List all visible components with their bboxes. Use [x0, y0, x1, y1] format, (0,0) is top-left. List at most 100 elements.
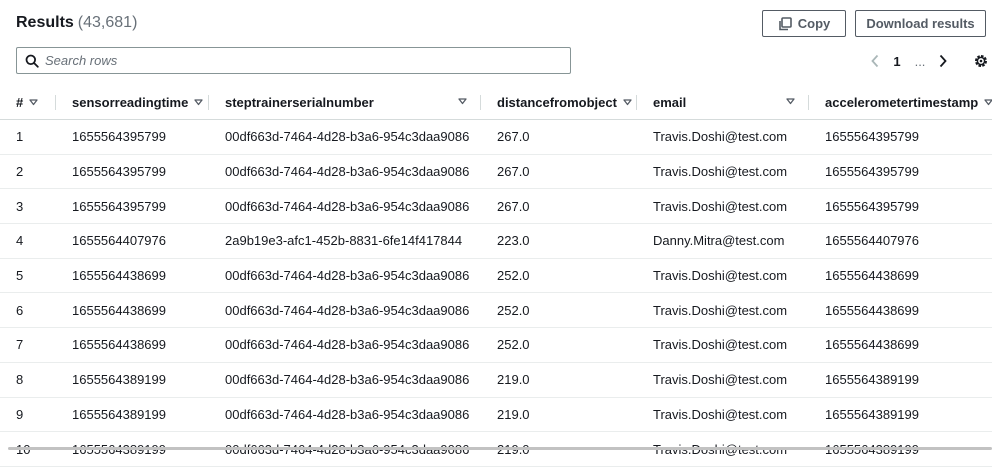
sort-caret-down-icon[interactable]	[786, 98, 795, 105]
table-cell: 1655564389199	[56, 397, 209, 433]
table-cell: 1655564438699	[809, 327, 992, 363]
table-cell: Travis.Doshi@test.com	[637, 119, 809, 155]
column-header-label: accelerometertimestamp	[825, 95, 979, 110]
table-cell: 1655564395799	[56, 188, 209, 225]
table-cell: 1655564438699	[56, 258, 209, 294]
table-cell: Travis.Doshi@test.com	[637, 397, 809, 433]
copy-button[interactable]: Copy	[762, 10, 846, 37]
table-cell: 1655564438699	[809, 292, 992, 329]
results-count: (43,681)	[77, 14, 138, 31]
table-cell: 219.0	[481, 397, 637, 433]
column-header-label: #	[16, 95, 24, 110]
gear-icon[interactable]	[973, 53, 989, 69]
download-results-label: Download results	[866, 16, 975, 31]
results-header: Results (43,681)	[16, 12, 137, 34]
table-cell: 1655564438699	[56, 292, 209, 329]
table-row: 3 1655564395799 00df663d-7464-4d28-b3a6-…	[0, 188, 992, 225]
table-cell: 4	[0, 223, 56, 259]
table-cell: 1655564389199	[809, 362, 992, 398]
table-cell: 1655564395799	[809, 154, 992, 190]
table-cell: 00df663d-7464-4d28-b3a6-954c3daa9086	[209, 258, 481, 294]
pagination-ellipsis: ...	[914, 53, 926, 69]
chevron-left-icon[interactable]	[864, 54, 886, 68]
table-cell: 00df663d-7464-4d28-b3a6-954c3daa9086	[209, 397, 481, 433]
search-input[interactable]	[45, 53, 545, 68]
results-title: Results	[16, 14, 74, 31]
column-header-distancefromobject[interactable]: distancefromobject	[481, 86, 637, 120]
table-cell: 00df663d-7464-4d28-b3a6-954c3daa9086	[209, 362, 481, 398]
column-header-email[interactable]: email	[637, 86, 809, 120]
table-cell: 00df663d-7464-4d28-b3a6-954c3daa9086	[209, 327, 481, 363]
table-cell: 00df663d-7464-4d28-b3a6-954c3daa9086	[209, 188, 481, 225]
table-cell: Travis.Doshi@test.com	[637, 258, 809, 294]
column-header-label: sensorreadingtime	[72, 95, 189, 110]
table-cell: 1655564395799	[56, 154, 209, 190]
sort-caret-down-icon[interactable]	[984, 99, 992, 106]
table-cell: Travis.Doshi@test.com	[637, 154, 809, 190]
copy-icon	[778, 16, 792, 30]
table-cell: 2a9b19e3-afc1-452b-8831-6fe14f417844	[209, 223, 481, 259]
table-cell: 223.0	[481, 223, 637, 259]
table-cell: 00df663d-7464-4d28-b3a6-954c3daa9086	[209, 154, 481, 190]
horizontal-scrollbar[interactable]	[8, 447, 992, 450]
table-cell: 219.0	[481, 362, 637, 398]
search-box[interactable]	[16, 47, 571, 74]
column-header-label: steptrainerserialnumber	[225, 95, 374, 110]
table-cell: Travis.Doshi@test.com	[637, 327, 809, 363]
pagination: 1 ...	[864, 50, 954, 72]
table-cell: 1655564395799	[56, 119, 209, 155]
sort-caret-down-icon[interactable]	[458, 98, 467, 105]
download-results-button[interactable]: Download results	[855, 10, 986, 37]
table-cell: 1655564438699	[56, 327, 209, 363]
table-cell: 1655564395799	[809, 119, 992, 155]
table-cell: 1655564407976	[809, 223, 992, 259]
results-table: # sensorreadingtime steptrainerserialnum…	[0, 86, 992, 467]
column-header-label: email	[653, 95, 687, 110]
table-row: 4 1655564407976 2a9b19e3-afc1-452b-8831-…	[0, 223, 992, 259]
table-cell: Danny.Mitra@test.com	[637, 223, 809, 259]
table-row: 6 1655564438699 00df663d-7464-4d28-b3a6-…	[0, 292, 992, 329]
chevron-right-icon[interactable]	[932, 54, 954, 68]
table-cell: 1655564438699	[809, 258, 992, 294]
sort-caret-down-icon[interactable]	[623, 99, 632, 106]
table-cell: 00df663d-7464-4d28-b3a6-954c3daa9086	[209, 119, 481, 155]
table-cell: 3	[0, 188, 56, 225]
column-header-accelerometertimestamp[interactable]: accelerometertimestamp	[809, 86, 992, 120]
column-header-index[interactable]: #	[0, 86, 56, 120]
table-cell: 1655564389199	[809, 397, 992, 433]
sort-caret-down-icon[interactable]	[194, 99, 203, 106]
table-cell: Travis.Doshi@test.com	[637, 188, 809, 225]
table-row: 7 1655564438699 00df663d-7464-4d28-b3a6-…	[0, 327, 992, 363]
table-cell: 9	[0, 397, 56, 433]
table-row: 9 1655564389199 00df663d-7464-4d28-b3a6-…	[0, 397, 992, 433]
table-cell: 6	[0, 292, 56, 329]
table-cell: 267.0	[481, 119, 637, 155]
table-row: 5 1655564438699 00df663d-7464-4d28-b3a6-…	[0, 258, 992, 294]
table-cell: 1	[0, 119, 56, 155]
table-row: 8 1655564389199 00df663d-7464-4d28-b3a6-…	[0, 362, 992, 398]
column-header-steptrainerserialnumber[interactable]: steptrainerserialnumber	[209, 86, 481, 120]
table-header-row: # sensorreadingtime steptrainerserialnum…	[0, 86, 992, 120]
table-cell: 2	[0, 154, 56, 190]
table-cell: 7	[0, 327, 56, 363]
table-cell: 267.0	[481, 188, 637, 225]
table-cell: 267.0	[481, 154, 637, 190]
search-icon	[25, 54, 39, 68]
sort-caret-down-icon[interactable]	[29, 99, 38, 106]
table-cell: 5	[0, 258, 56, 294]
table-cell: 252.0	[481, 258, 637, 294]
table-cell: Travis.Doshi@test.com	[637, 292, 809, 329]
table-cell: 1655564389199	[56, 362, 209, 398]
page-number-current[interactable]: 1	[886, 54, 908, 69]
copy-button-label: Copy	[797, 16, 831, 31]
table-row: 2 1655564395799 00df663d-7464-4d28-b3a6-…	[0, 154, 992, 190]
table-cell: 1655564395799	[809, 188, 992, 225]
column-header-label: distancefromobject	[497, 95, 617, 110]
table-cell: 252.0	[481, 327, 637, 363]
table-cell: 00df663d-7464-4d28-b3a6-954c3daa9086	[209, 292, 481, 329]
table-cell: 1655564407976	[56, 223, 209, 259]
table-cell: Travis.Doshi@test.com	[637, 362, 809, 398]
table-cell: 252.0	[481, 292, 637, 329]
table-row: 1 1655564395799 00df663d-7464-4d28-b3a6-…	[0, 119, 992, 155]
column-header-sensorreadingtime[interactable]: sensorreadingtime	[56, 86, 209, 120]
